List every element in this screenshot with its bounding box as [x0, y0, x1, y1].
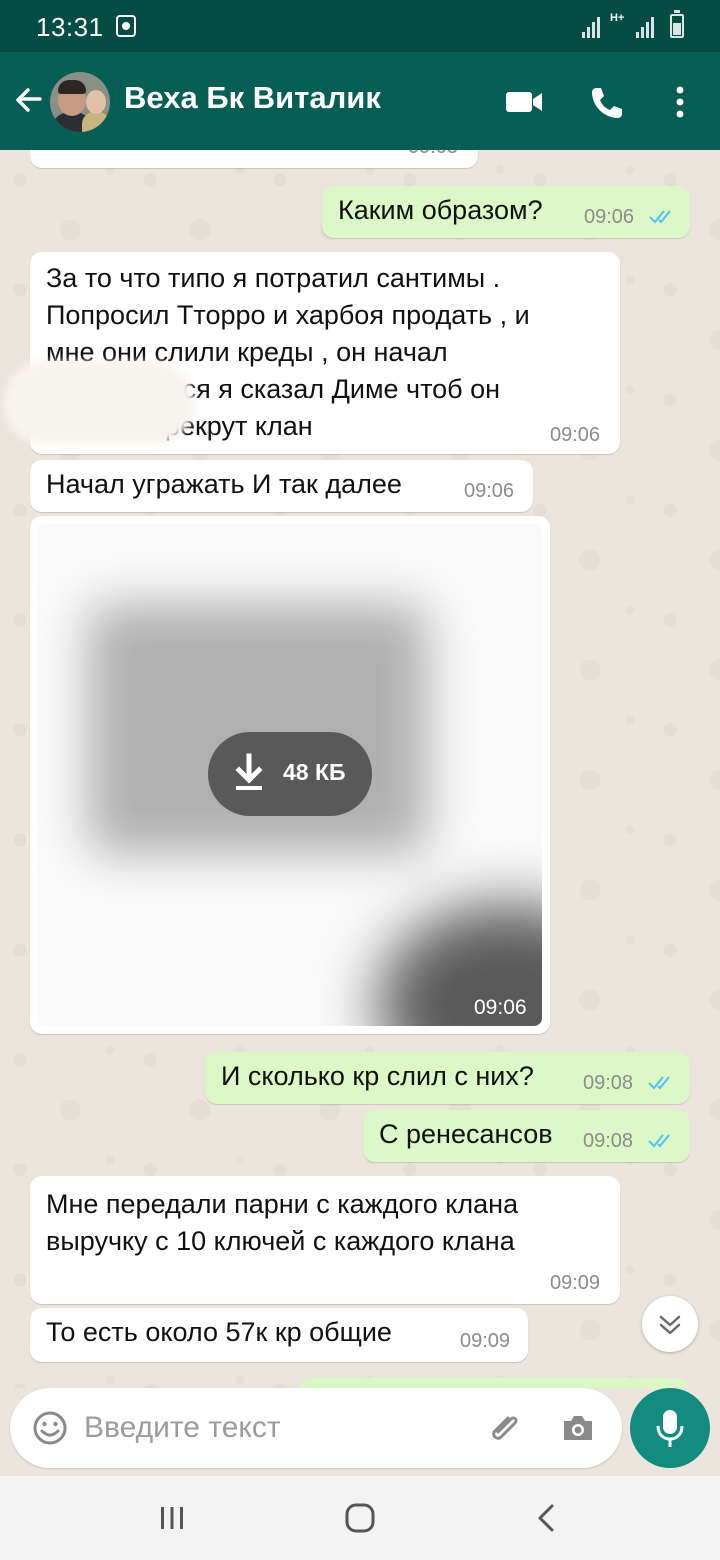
chevron-double-down-icon	[659, 1315, 681, 1335]
message-time: 09:08	[583, 1072, 634, 1094]
system-nav-bar	[0, 1476, 720, 1560]
home-icon[interactable]	[340, 1498, 380, 1538]
message-time: 09:06	[464, 480, 515, 502]
back-arrow-icon[interactable]	[8, 80, 48, 120]
message-bubble-outgoing[interactable]: И сколько кр слил с них? 09:08	[205, 1052, 690, 1104]
emoji-icon[interactable]	[30, 1408, 70, 1448]
scroll-to-bottom-button[interactable]	[642, 1296, 698, 1352]
message-time: 09:06	[550, 424, 601, 446]
message-bubble-incoming[interactable]: Мне передали парни с каждого клана выруч…	[30, 1176, 620, 1304]
attach-icon[interactable]	[484, 1408, 524, 1448]
message-text: То есть около 57к кр общие	[46, 1317, 392, 1347]
battery-icon	[670, 10, 684, 38]
message-text: С ренесансов	[379, 1119, 553, 1149]
status-time: 13:31	[36, 12, 104, 42]
message-time: 09:09	[550, 1272, 601, 1294]
message-time: 09:06	[474, 996, 527, 1019]
notification-icon	[116, 15, 136, 37]
message-text: Начал угражать И так далее	[46, 469, 402, 499]
message-composer	[10, 1388, 622, 1468]
signal-icon	[582, 16, 602, 38]
message-time: 09:06	[584, 206, 635, 228]
message-time: 09:09	[460, 1330, 511, 1352]
message-input[interactable]	[84, 1398, 464, 1458]
chat-header: Веха Бк Виталик	[0, 52, 720, 150]
recent-apps-icon[interactable]	[152, 1498, 192, 1538]
message-bubble-partial[interactable]: 09:05	[30, 150, 478, 168]
download-size: 48 КБ	[283, 759, 346, 785]
mic-icon	[656, 1410, 684, 1447]
status-bar: 13:31 H+	[0, 0, 720, 52]
video-call-icon[interactable]	[502, 82, 546, 122]
avatar[interactable]	[50, 72, 110, 132]
read-ticks-icon	[648, 1134, 670, 1148]
read-ticks-icon	[649, 210, 671, 224]
message-time: 09:05	[408, 150, 458, 159]
message-text: Мне передали парни с каждого клана выруч…	[46, 1189, 519, 1256]
chat-area[interactable]: 09:05 Каким образом? 09:06 За то что тип…	[0, 150, 720, 1388]
phone-icon[interactable]	[586, 82, 630, 122]
download-button[interactable]: 48 КБ	[208, 732, 372, 816]
message-time: 09:08	[583, 1130, 634, 1152]
message-text: Каким образом?	[338, 195, 543, 225]
read-ticks-icon	[648, 1076, 670, 1090]
message-text: И сколько кр слил с них?	[221, 1061, 534, 1091]
message-bubble-outgoing[interactable]: Каким образом? 09:06	[322, 186, 690, 238]
mic-button[interactable]	[630, 1388, 710, 1468]
network-type-label: H+	[610, 12, 625, 24]
redaction-blur	[4, 362, 194, 444]
message-bubble-outgoing[interactable]: С ренесансов 09:08	[363, 1110, 690, 1162]
signal-icon-2	[636, 16, 656, 38]
back-nav-icon[interactable]	[528, 1498, 568, 1538]
message-bubble-incoming[interactable]: То есть около 57к кр общие 09:09	[30, 1308, 528, 1362]
contact-name[interactable]: Веха Бк Виталик	[124, 80, 381, 116]
more-options-icon[interactable]	[660, 82, 704, 122]
download-icon	[235, 753, 263, 790]
camera-icon[interactable]	[558, 1408, 598, 1448]
message-bubble-incoming[interactable]: Начал угражать И так далее 09:06	[30, 460, 533, 512]
message-bubble-partial	[300, 1378, 690, 1388]
